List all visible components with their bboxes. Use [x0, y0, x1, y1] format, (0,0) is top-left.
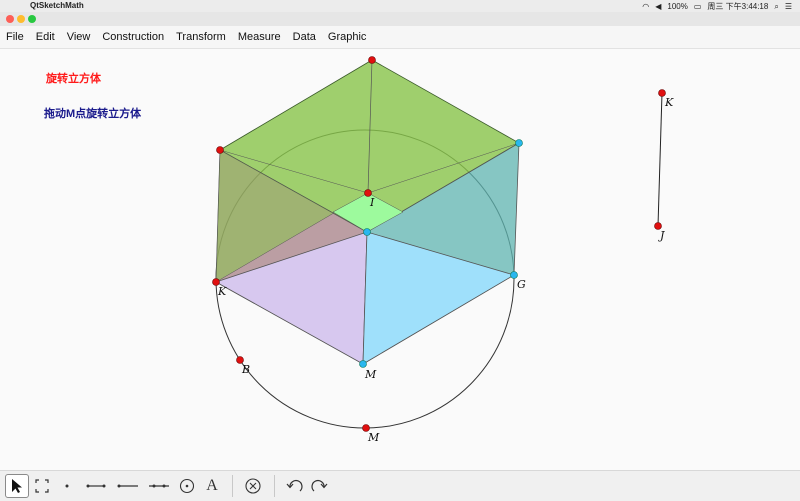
- battery-icon[interactable]: ▭: [694, 2, 702, 11]
- search-icon[interactable]: ⌕: [774, 2, 778, 12]
- point-top[interactable]: [368, 56, 376, 64]
- label-m[interactable]: M: [364, 368, 377, 381]
- menu-construction[interactable]: Construction: [96, 31, 170, 43]
- label-k-segment[interactable]: K: [664, 96, 674, 109]
- app-menu-bar: File Edit View Construction Transform Me…: [0, 26, 800, 49]
- label-b[interactable]: B: [241, 363, 250, 376]
- line-tool-icon[interactable]: [147, 474, 171, 498]
- label-g[interactable]: G: [517, 278, 526, 291]
- point-right-top[interactable]: [515, 139, 523, 147]
- label-k[interactable]: K: [217, 285, 227, 298]
- menu-measure[interactable]: Measure: [232, 31, 287, 43]
- status-area: ◠ ◀ 100% ▭ 周三 下午3:44:18 ⌕ ☰: [642, 1, 792, 12]
- menu-data[interactable]: Data: [287, 31, 322, 43]
- window-title-bar: [0, 12, 800, 26]
- point-center[interactable]: [363, 228, 371, 236]
- clock[interactable]: 周三 下午3:44:18: [707, 1, 768, 12]
- toolbar-divider: [274, 475, 275, 497]
- point-tool-icon[interactable]: [55, 474, 79, 498]
- wifi-icon[interactable]: ◠: [642, 2, 649, 11]
- menu-view[interactable]: View: [61, 31, 97, 43]
- select-arrow-icon[interactable]: [5, 474, 29, 498]
- menu-edit[interactable]: Edit: [30, 31, 61, 43]
- zoom-window-button[interactable]: [28, 15, 36, 23]
- label-i[interactable]: I: [369, 196, 375, 209]
- redo-icon[interactable]: [307, 474, 331, 498]
- minimize-window-button[interactable]: [17, 15, 25, 23]
- delete-tool-icon[interactable]: [241, 474, 265, 498]
- text-tool-icon[interactable]: A: [200, 474, 224, 498]
- tool-palette: A: [0, 470, 800, 501]
- circle-tool-icon[interactable]: [175, 474, 199, 498]
- segment-tool-icon[interactable]: [84, 474, 108, 498]
- notification-icon[interactable]: ☰: [785, 2, 792, 11]
- battery-percent: 100%: [667, 2, 688, 11]
- close-window-button[interactable]: [6, 15, 14, 23]
- label-j[interactable]: J: [658, 229, 665, 242]
- menu-file[interactable]: File: [0, 31, 30, 43]
- toolbar-divider: [232, 475, 233, 497]
- point-left-top[interactable]: [216, 146, 224, 154]
- segment-k-j[interactable]: [657, 92, 663, 227]
- volume-icon[interactable]: ◀: [655, 2, 661, 11]
- label-m-circle[interactable]: M: [367, 431, 380, 444]
- app-name[interactable]: QtSketchMath: [30, 1, 84, 10]
- menu-transform[interactable]: Transform: [170, 31, 232, 43]
- sketch-canvas[interactable]: I K G M B M K J: [0, 48, 800, 470]
- point-m[interactable]: [359, 360, 367, 368]
- marquee-select-icon[interactable]: [30, 474, 54, 498]
- undo-icon[interactable]: [283, 474, 307, 498]
- ray-tool-icon[interactable]: [116, 474, 140, 498]
- menu-graphic[interactable]: Graphic: [322, 31, 373, 43]
